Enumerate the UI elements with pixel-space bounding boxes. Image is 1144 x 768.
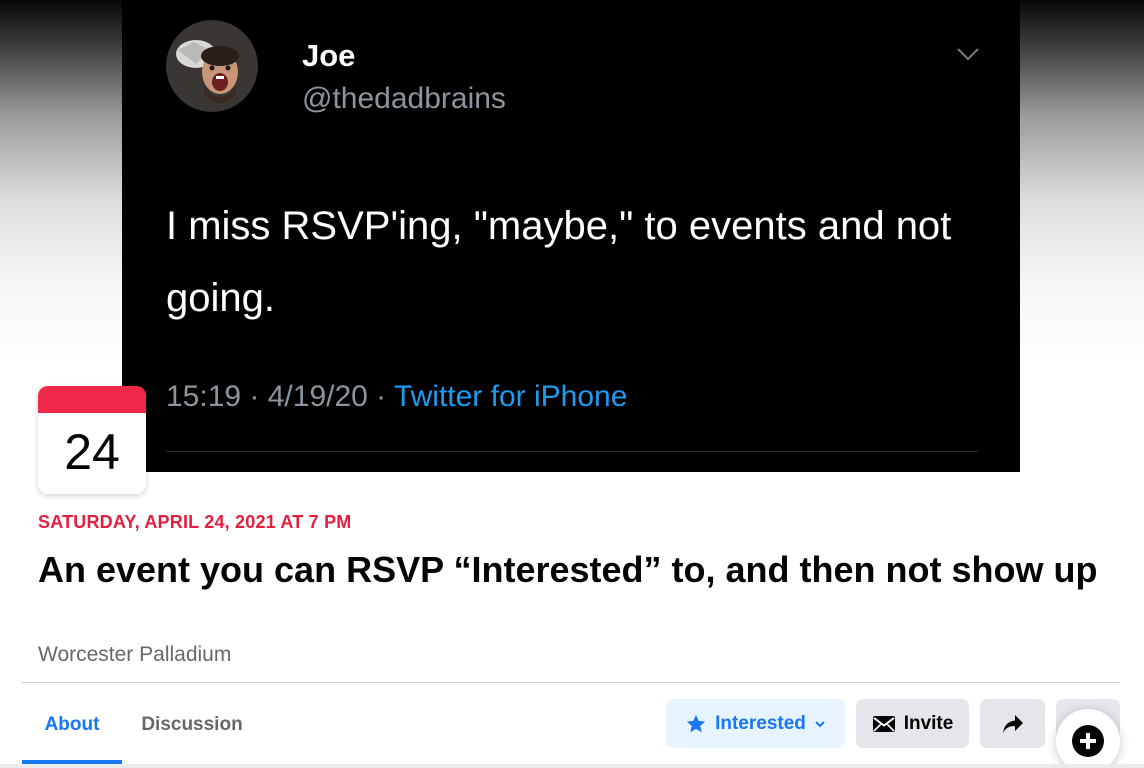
page-title: An event you can RSVP “Interested” to, a… xyxy=(38,549,1098,590)
divider xyxy=(22,682,1120,683)
tweet-meta: 15:19 · 4/19/20 · Twitter for iPhone xyxy=(166,380,627,414)
tweet-author-name: Joe xyxy=(302,38,356,73)
tab-about[interactable]: About xyxy=(22,700,122,750)
chevron-down-icon xyxy=(957,48,979,61)
event-venue-link[interactable]: Worcester Palladium xyxy=(38,643,231,667)
invite-label: Invite xyxy=(903,712,954,734)
tweet-divider xyxy=(166,451,978,452)
calendar-day: 24 xyxy=(64,424,120,480)
interested-label: Interested xyxy=(715,712,806,734)
event-date: SATURDAY, APRIL 24, 2021 AT 7 PM xyxy=(38,512,352,532)
calendar-date-badge: 24 xyxy=(38,386,146,494)
tweet-timestamp: 15:19 · 4/19/20 · xyxy=(166,380,394,413)
invite-button[interactable]: Invite xyxy=(856,699,969,748)
interested-button[interactable]: Interested xyxy=(666,699,845,748)
avatar-image xyxy=(166,20,258,112)
star-icon xyxy=(686,714,706,732)
tweet-source: Twitter for iPhone xyxy=(393,380,628,413)
plus-circle-icon xyxy=(1072,725,1104,757)
tweet-text: I miss RSVP'ing, "maybe," to events and … xyxy=(166,204,952,320)
share-arrow-icon xyxy=(1002,714,1023,733)
create-button[interactable] xyxy=(1056,709,1120,768)
avatar xyxy=(166,20,258,112)
tweet-author-handle: @thedadbrains xyxy=(302,82,506,115)
page-bottom-edge xyxy=(0,764,1144,768)
envelope-icon xyxy=(872,715,895,732)
calendar-header xyxy=(38,386,146,413)
event-page: Joe @thedadbrains I miss RSVP'ing, "mayb… xyxy=(0,0,1144,768)
chevron-down-icon xyxy=(815,720,825,727)
share-button[interactable] xyxy=(980,699,1045,748)
tab-discussion[interactable]: Discussion xyxy=(130,700,254,750)
cover-photo-tweet[interactable]: Joe @thedadbrains I miss RSVP'ing, "mayb… xyxy=(122,0,1020,472)
